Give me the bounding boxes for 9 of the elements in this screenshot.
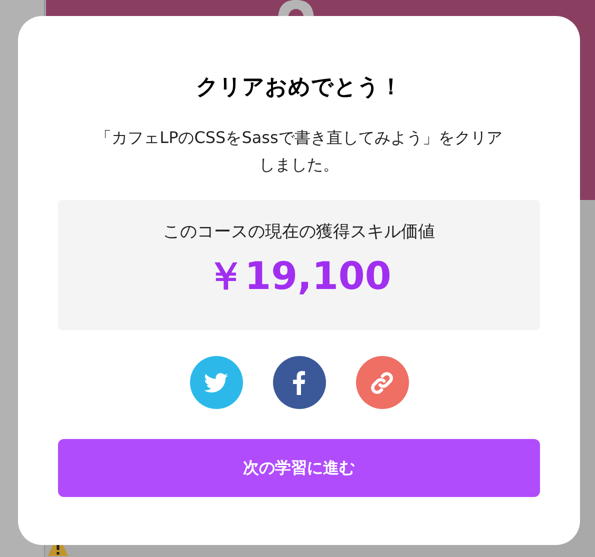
link-icon <box>370 370 394 394</box>
letter-f-icon <box>293 370 305 394</box>
bird-icon <box>204 372 228 392</box>
modal-title: クリアおめでとう！ <box>196 74 402 102</box>
clear-message: 「カフェLPのCSSをSassで書き直してみよう」をクリアしました。 <box>94 127 504 176</box>
warning-icon <box>47 545 69 557</box>
skill-value: ￥19,100 <box>206 254 392 298</box>
next-button[interactable]: 次の学習に進む <box>58 439 540 497</box>
skill-label: このコースの現在の獲得スキル価値 <box>163 221 435 244</box>
